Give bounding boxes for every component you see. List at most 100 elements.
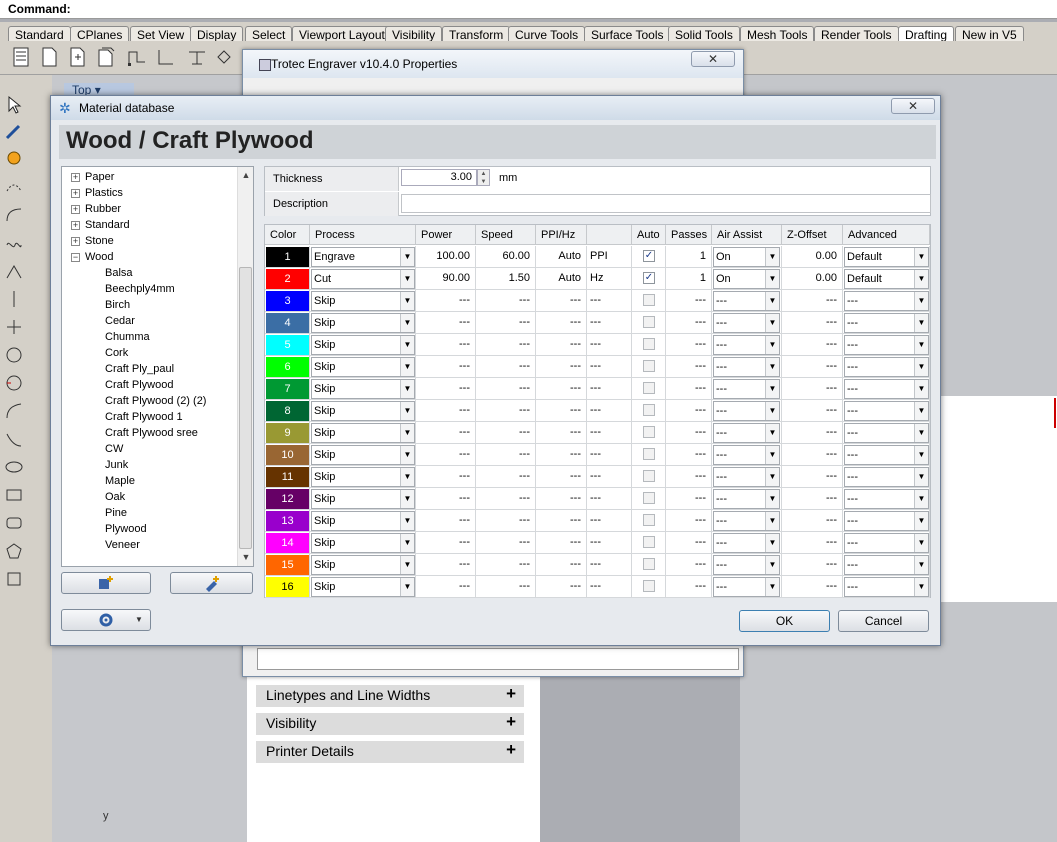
color-cell[interactable]: 2 bbox=[265, 268, 310, 290]
expand-icon[interactable]: + bbox=[71, 236, 80, 246]
description-input[interactable] bbox=[401, 194, 931, 213]
air-assist-dropdown[interactable]: --- ▼ bbox=[713, 555, 780, 575]
power-cell[interactable]: --- bbox=[416, 334, 476, 356]
ppi-cell[interactable]: --- bbox=[536, 400, 587, 422]
tree-item-plastics[interactable]: + Plastics bbox=[71, 185, 123, 201]
ppi-cell[interactable]: --- bbox=[536, 422, 587, 444]
material-tree[interactable]: + Paper + Plastics + Rubber + Standard + Ston… bbox=[61, 166, 254, 567]
tree-item-plywood[interactable]: Plywood bbox=[105, 521, 147, 537]
dropdown-arrow-icon[interactable]: ▼ bbox=[400, 556, 414, 574]
speed-cell[interactable]: --- bbox=[476, 444, 536, 466]
speed-cell[interactable]: --- bbox=[476, 356, 536, 378]
air-assist-dropdown[interactable]: On ▼ bbox=[713, 247, 780, 267]
color-swatch[interactable]: 11 bbox=[266, 467, 309, 487]
air-assist-dropdown[interactable]: --- ▼ bbox=[713, 313, 780, 333]
color-swatch[interactable]: 4 bbox=[266, 313, 309, 333]
collapse-icon[interactable]: − bbox=[71, 252, 80, 262]
scroll-down-icon[interactable]: ▼ bbox=[241, 552, 251, 562]
viewport-right-canvas[interactable] bbox=[940, 396, 1057, 602]
edit-material-button[interactable] bbox=[170, 572, 253, 594]
document-icon[interactable] bbox=[38, 46, 60, 68]
advanced-dropdown[interactable]: --- ▼ bbox=[844, 313, 929, 333]
ppi-cell[interactable]: Auto bbox=[536, 268, 587, 290]
save-file-icon[interactable] bbox=[94, 46, 116, 68]
new-file-icon[interactable] bbox=[10, 46, 32, 68]
curve-icon[interactable] bbox=[4, 205, 24, 225]
color-swatch[interactable]: 10 bbox=[266, 445, 309, 465]
speed-cell[interactable]: --- bbox=[476, 466, 536, 488]
auto-checkbox[interactable]: ✓ bbox=[643, 272, 655, 284]
tree-scroll-thumb[interactable] bbox=[239, 267, 252, 549]
tab-standard[interactable]: Standard bbox=[8, 26, 71, 42]
air-assist-dropdown[interactable]: --- ▼ bbox=[713, 379, 780, 399]
tree-item-pine[interactable]: Pine bbox=[105, 505, 127, 521]
dropdown-arrow-icon[interactable]: ▼ bbox=[400, 270, 414, 288]
z-offset-cell[interactable]: 0.00 bbox=[782, 268, 843, 290]
color-cell[interactable]: 11 bbox=[265, 466, 310, 488]
dropdown-arrow-icon[interactable]: ▼ bbox=[765, 424, 779, 442]
tree-item-balsa[interactable]: Balsa bbox=[105, 265, 133, 281]
passes-cell[interactable]: --- bbox=[666, 576, 712, 598]
auto-checkbox[interactable] bbox=[643, 426, 655, 438]
arc-icon[interactable] bbox=[4, 177, 24, 197]
arc-tool-icon[interactable] bbox=[4, 401, 24, 421]
z-offset-cell[interactable]: --- bbox=[782, 532, 843, 554]
command-line[interactable]: Command: bbox=[0, 0, 1057, 19]
advanced-dropdown[interactable]: --- ▼ bbox=[844, 511, 929, 531]
tree-item-rubber[interactable]: + Rubber bbox=[71, 201, 121, 217]
z-offset-cell[interactable]: --- bbox=[782, 576, 843, 598]
speed-cell[interactable]: --- bbox=[476, 554, 536, 576]
dropdown-arrow-icon[interactable]: ▼ bbox=[765, 578, 779, 596]
advanced-dropdown[interactable]: --- ▼ bbox=[844, 533, 929, 553]
ppi-cell[interactable]: Auto bbox=[536, 246, 587, 268]
auto-checkbox[interactable] bbox=[643, 558, 655, 570]
dropdown-arrow-icon[interactable]: ▼ bbox=[914, 556, 928, 574]
air-assist-dropdown[interactable]: --- ▼ bbox=[713, 335, 780, 355]
dropdown-arrow-icon[interactable]: ▼ bbox=[914, 468, 928, 486]
auto-checkbox[interactable] bbox=[643, 382, 655, 394]
color-cell[interactable]: 8 bbox=[265, 400, 310, 422]
dropdown-arrow-icon[interactable]: ▼ bbox=[400, 512, 414, 530]
dropdown-arrow-icon[interactable]: ▼ bbox=[914, 292, 928, 310]
process-dropdown[interactable]: Skip ▼ bbox=[311, 357, 415, 377]
z-offset-cell[interactable]: --- bbox=[782, 488, 843, 510]
dropdown-arrow-icon[interactable]: ▼ bbox=[914, 424, 928, 442]
auto-checkbox[interactable]: ✓ bbox=[643, 250, 655, 262]
tree-item-maple[interactable]: Maple bbox=[105, 473, 135, 489]
process-dropdown[interactable]: Skip ▼ bbox=[311, 577, 415, 597]
power-cell[interactable]: --- bbox=[416, 510, 476, 532]
dropdown-arrow-icon[interactable]: ▼ bbox=[400, 468, 414, 486]
power-cell[interactable]: --- bbox=[416, 488, 476, 510]
tab-solid-tools[interactable]: Solid Tools bbox=[668, 26, 740, 42]
air-assist-dropdown[interactable]: --- ▼ bbox=[713, 357, 780, 377]
cancel-button[interactable]: Cancel bbox=[838, 610, 929, 632]
advanced-dropdown[interactable]: --- ▼ bbox=[844, 423, 929, 443]
color-swatch[interactable]: 6 bbox=[266, 357, 309, 377]
auto-checkbox[interactable] bbox=[643, 470, 655, 482]
power-cell[interactable]: --- bbox=[416, 290, 476, 312]
process-dropdown[interactable]: Engrave ▼ bbox=[311, 247, 415, 267]
settings-dropdown-icon[interactable]: ▼ bbox=[135, 615, 143, 624]
dropdown-arrow-icon[interactable]: ▼ bbox=[914, 336, 928, 354]
air-assist-dropdown[interactable]: --- ▼ bbox=[713, 445, 780, 465]
color-swatch[interactable]: 5 bbox=[266, 335, 309, 355]
advanced-dropdown[interactable]: --- ▼ bbox=[844, 379, 929, 399]
passes-cell[interactable]: --- bbox=[666, 488, 712, 510]
air-assist-dropdown[interactable]: --- ▼ bbox=[713, 401, 780, 421]
dropdown-arrow-icon[interactable]: ▼ bbox=[914, 578, 928, 596]
curve-fit-icon[interactable] bbox=[4, 429, 24, 449]
dropdown-arrow-icon[interactable]: ▼ bbox=[400, 292, 414, 310]
color-cell[interactable]: 10 bbox=[265, 444, 310, 466]
color-cell[interactable]: 1 bbox=[265, 246, 310, 268]
dropdown-arrow-icon[interactable]: ▼ bbox=[400, 424, 414, 442]
dropdown-arrow-icon[interactable]: ▼ bbox=[765, 314, 779, 332]
air-assist-dropdown[interactable]: --- ▼ bbox=[713, 423, 780, 443]
dropdown-arrow-icon[interactable]: ▼ bbox=[765, 490, 779, 508]
air-assist-dropdown[interactable]: --- ▼ bbox=[713, 511, 780, 531]
passes-cell[interactable]: --- bbox=[666, 400, 712, 422]
ppi-cell[interactable]: --- bbox=[536, 576, 587, 598]
process-dropdown[interactable]: Skip ▼ bbox=[311, 313, 415, 333]
ok-button[interactable]: OK bbox=[739, 610, 830, 632]
color-cell[interactable]: 16 bbox=[265, 576, 310, 598]
color-cell[interactable]: 6 bbox=[265, 356, 310, 378]
